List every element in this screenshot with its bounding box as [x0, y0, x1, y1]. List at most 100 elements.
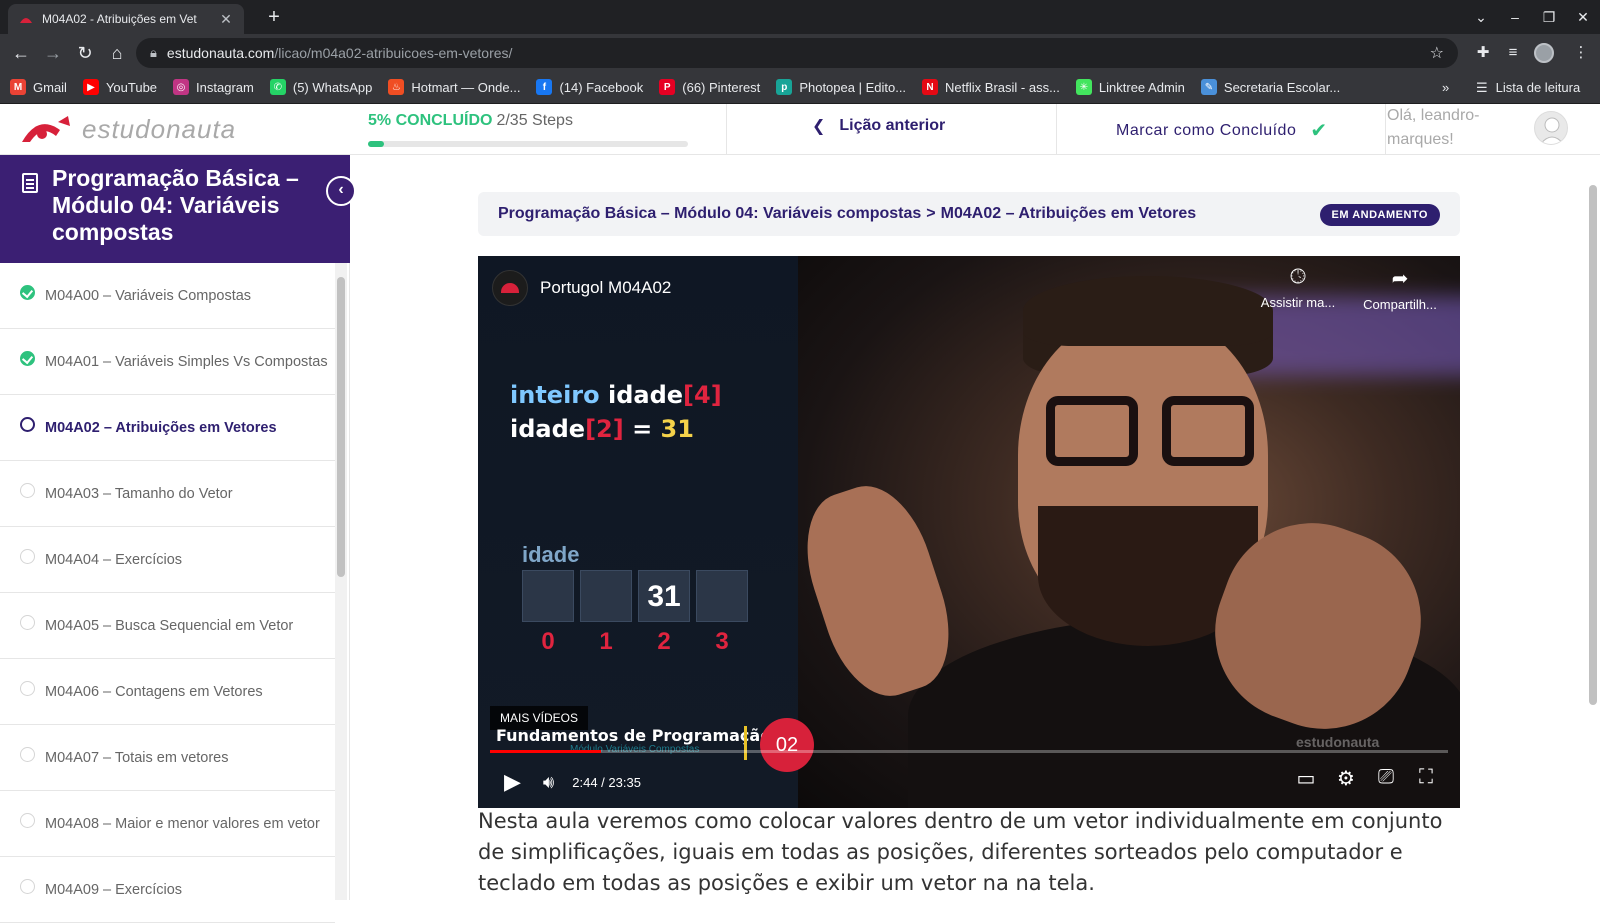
- bookmark-item[interactable]: P (66) Pinterest: [659, 79, 760, 95]
- bookmark-item[interactable]: ◎ Instagram: [173, 79, 254, 95]
- sidebar-scrollbar[interactable]: [335, 263, 347, 900]
- minimize-button[interactable]: –: [1498, 9, 1532, 25]
- course-title-panel: Programação Básica – Módulo 04: Variávei…: [0, 155, 350, 263]
- share-button[interactable]: ➦ Compartilh...: [1358, 266, 1442, 312]
- completed-check-icon: [20, 285, 35, 300]
- lesson-item[interactable]: M04A07 – Totais em vetores: [0, 725, 335, 791]
- home-icon[interactable]: ⌂: [104, 40, 130, 66]
- new-tab-button[interactable]: +: [260, 4, 288, 30]
- facebook-icon: f: [536, 79, 553, 95]
- video-player[interactable]: inteiro idade[4] idade[2] = 31 idade 31 …: [478, 256, 1460, 808]
- incomplete-circle-icon: [20, 813, 35, 828]
- user-avatar[interactable]: [1534, 111, 1568, 145]
- site-header: estudonauta 5% CONCLUÍDO 2/35 Steps ❮ Liç…: [0, 104, 1600, 155]
- collapse-sidebar-button[interactable]: ‹: [326, 176, 356, 206]
- lesson-item[interactable]: M04A06 – Contagens em Vetores: [0, 659, 335, 725]
- play-icon[interactable]: ▶: [504, 769, 521, 795]
- bookmark-star-icon[interactable]: ☆: [1430, 43, 1444, 63]
- bookmark-item[interactable]: ✎ Secretaria Escolar...: [1200, 79, 1341, 95]
- breadcrumb-course-link[interactable]: Programação Básica – Módulo 04: Variávei…: [498, 205, 921, 223]
- browser-tab[interactable]: M04A02 - Atribuições em Vet ✕: [8, 4, 244, 34]
- incomplete-circle-icon: [20, 483, 35, 498]
- volume-icon[interactable]: 🔊︎: [543, 772, 554, 793]
- scrollbar-thumb[interactable]: [1589, 185, 1597, 705]
- watch-later-button[interactable]: 🕓︎ Assistir ma...: [1258, 266, 1338, 310]
- restore-button[interactable]: ❐: [1532, 9, 1566, 26]
- lesson-item[interactable]: M04A09 – Exercícios: [0, 857, 335, 923]
- fullscreen-icon[interactable]: ⛶: [1406, 766, 1446, 791]
- forward-icon[interactable]: →: [40, 40, 66, 66]
- array-cell: [522, 570, 574, 622]
- gmail-icon: M: [10, 79, 26, 95]
- bookmark-item[interactable]: N Netflix Brasil - ass...: [922, 79, 1060, 95]
- video-timeline[interactable]: [490, 750, 1448, 753]
- array-index: 0: [541, 628, 555, 655]
- greeting-line: Olá, leandro-: [1387, 107, 1480, 124]
- page-scrollbar[interactable]: [1586, 155, 1600, 900]
- code-index: 2: [596, 415, 613, 443]
- bookmark-label: Secretaria Escolar...: [1223, 79, 1341, 95]
- bookmark-item[interactable]: ▶ YouTube: [82, 79, 157, 95]
- bookmark-item[interactable]: f (14) Facebook: [536, 79, 643, 95]
- video-title[interactable]: Portugol M04A02: [540, 278, 671, 298]
- tab-search-icon[interactable]: ⌄: [1464, 9, 1498, 26]
- share-label: Compartilh...: [1363, 297, 1437, 312]
- bookmark-label: Instagram: [196, 79, 254, 95]
- lesson-item[interactable]: M04A03 – Tamanho do Vetor: [0, 461, 335, 527]
- close-window-button[interactable]: ✕: [1566, 9, 1600, 26]
- profile-avatar-icon[interactable]: [1534, 43, 1554, 63]
- lesson-label: M04A09 – Exercícios: [45, 881, 183, 898]
- channel-avatar-icon[interactable]: [492, 270, 528, 306]
- photopea-icon: p: [776, 79, 793, 95]
- settings-gear-icon[interactable]: ⚙: [1326, 766, 1366, 791]
- reading-list-icon: ☰: [1476, 79, 1488, 95]
- incomplete-circle-icon: [20, 615, 35, 630]
- lesson-item[interactable]: M04A01 – Variáveis Simples Vs Compostas: [0, 329, 335, 395]
- close-tab-icon[interactable]: ✕: [218, 11, 234, 28]
- array-label: idade: [522, 542, 580, 567]
- address-bar[interactable]: 🔒︎ estudonauta.com/licao/m04a02-atribuic…: [136, 38, 1458, 68]
- incomplete-circle-icon: [20, 549, 35, 564]
- check-icon: ✔: [1310, 120, 1328, 142]
- lesson-label: M04A03 – Tamanho do Vetor: [45, 485, 233, 502]
- completed-check-icon: [20, 351, 35, 366]
- breadcrumb-lesson-link[interactable]: M04A02 – Atribuições em Vetores: [941, 205, 1197, 223]
- lesson-item[interactable]: M04A04 – Exercícios: [0, 527, 335, 593]
- array-cell: 31: [638, 570, 690, 622]
- url-domain: estudonauta.com: [166, 45, 275, 61]
- lock-icon[interactable]: 🔒︎: [150, 45, 157, 61]
- watch-later-label: Assistir ma...: [1260, 295, 1336, 310]
- extensions-icon[interactable]: ✚: [1470, 40, 1496, 66]
- mark-complete-button[interactable]: Marcar como Concluído ✔: [1116, 118, 1328, 143]
- cast-icon[interactable]: ⎚: [1366, 766, 1406, 791]
- lesson-item[interactable]: M04A08 – Maior e menor valores em vetor: [0, 791, 335, 857]
- lesson-label: M04A00 – Variáveis Compostas: [45, 287, 252, 304]
- scrollbar-thumb[interactable]: [337, 277, 345, 577]
- incomplete-circle-icon: [20, 879, 35, 894]
- video-watermark: estudonauta: [1296, 734, 1380, 750]
- bookmark-label: (14) Facebook: [559, 79, 644, 95]
- lesson-item[interactable]: M04A05 – Busca Sequencial em Vetor: [0, 593, 335, 659]
- user-greeting[interactable]: Olá, leandro- marques!: [1387, 104, 1497, 152]
- bookmarks-overflow-button[interactable]: »: [1442, 71, 1449, 104]
- reload-icon[interactable]: ↻: [72, 40, 98, 66]
- series-title: Fundamentos de Programação: [496, 726, 772, 745]
- lesson-item[interactable]: M04A02 – Atribuições em Vetores: [0, 395, 335, 461]
- bookmark-label: Linktree Admin: [1098, 79, 1185, 95]
- reading-list-button[interactable]: ☰ Lista de leitura: [1476, 71, 1580, 104]
- estudonauta-logo[interactable]: estudonauta: [18, 112, 236, 146]
- bookmark-item[interactable]: ♨ Hotmart — Onde...: [388, 79, 520, 95]
- back-icon[interactable]: ←: [8, 40, 34, 66]
- video-code-snippet: inteiro idade[4] idade[2] = 31: [510, 381, 722, 443]
- browser-toolbar: ← → ↻ ⌂ 🔒︎ estudonauta.com/licao/m04a02-…: [0, 34, 1600, 71]
- bookmark-item[interactable]: p Photopea | Edito...: [776, 79, 906, 95]
- bookmark-item[interactable]: ✳ Linktree Admin: [1075, 79, 1185, 95]
- previous-lesson-button[interactable]: ❮ Lição anterior: [812, 116, 945, 136]
- media-control-icon[interactable]: ≡: [1500, 40, 1526, 66]
- lesson-item[interactable]: M04A00 – Variáveis Compostas: [0, 263, 335, 329]
- bookmark-item[interactable]: M Gmail: [10, 79, 67, 95]
- bookmark-item[interactable]: ✆ (5) WhatsApp: [269, 79, 372, 95]
- tab-title: M04A02 - Atribuições em Vet: [42, 12, 197, 26]
- subtitles-icon[interactable]: ▭: [1286, 766, 1326, 791]
- menu-kebab-icon[interactable]: ⋮: [1568, 40, 1594, 66]
